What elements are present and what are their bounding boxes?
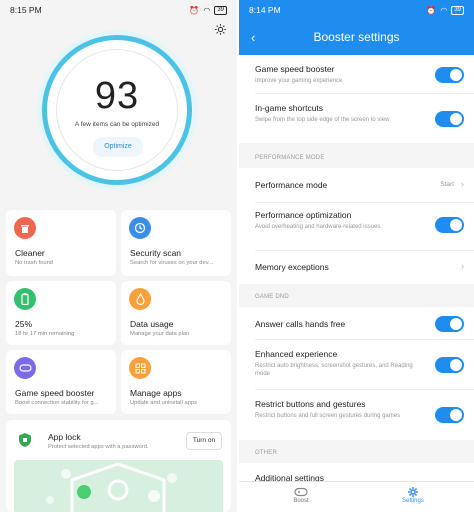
optimize-button[interactable]: Optimize [93,137,143,157]
nav-boost[interactable]: Boost [271,485,331,504]
card-subtitle: Update and uninstall apps [130,400,198,406]
battery-level: 39 [214,5,227,15]
game-speed-title: Game speed booster [255,64,335,74]
ingame-shortcuts-subtitle: Swipe from the top side edge of the scre… [255,117,390,123]
section-performance: PERFORMANCE MODE [255,155,325,161]
performance-optimization-subtitle: Avoid overheating and hardware-related i… [255,224,381,230]
chevron-right-icon: › [461,179,464,189]
status-bar: 8:15 PM ⏰ ◠ 39 [0,0,237,20]
enhanced-experience-toggle[interactable] [435,357,464,373]
booster-settings-screen: 8:14 PM ⏰ ◠ 39 ‹ Booster settings Game s… [239,0,474,512]
restrict-buttons-subtitle: Restrict buttons and full screen gesture… [255,413,401,419]
nav-boost-label: Boost [293,498,309,504]
app-lock-subtitle: Protect selected apps with a password. [48,444,149,450]
game-booster-card[interactable]: Game speed booster Boost connection stab… [6,350,116,414]
timer-icon [129,217,151,239]
manage-apps-card[interactable]: Manage apps Update and uninstall apps [121,350,231,414]
enhanced-experience-subtitle: Restrict auto brightness, screenshot ges… [255,363,413,377]
score-dial: 93 A few items can be optimized Optimize [42,35,192,185]
status-time: 8:15 PM [10,5,42,15]
section-game-dnd: GAME DND [255,294,289,300]
cleaner-card[interactable]: Cleaner No trash found [6,210,116,276]
bottom-navigation: Boost Settings [239,481,474,512]
performance-mode-value: Start [440,181,454,188]
battery-icon [14,288,36,310]
restrict-buttons-title: Restrict buttons and gestures [255,399,366,409]
security-app-screen: 8:15 PM ⏰ ◠ 39 93 A few items can be opt… [0,0,237,512]
card-title: Game speed booster [15,388,95,398]
gear-icon[interactable] [214,23,227,36]
card-title: Security scan [130,248,182,258]
status-icons: ⏰ ◠ 39 [189,5,227,15]
app-lock-illustration [14,460,223,512]
settings-group-1: Game speed booster Improve your gaming e… [239,55,474,143]
card-subtitle: 18 hr 17 min remaining [15,331,75,337]
alarm-icon: ⏰ [189,5,200,15]
enhanced-experience-title: Enhanced experience [255,349,338,359]
trash-icon [14,217,36,239]
page-title: Booster settings [313,30,400,44]
card-title: Data usage [130,319,174,329]
alarm-icon: ⏰ [426,5,437,15]
ingame-shortcuts-toggle[interactable] [435,111,464,127]
turn-on-button[interactable]: Turn on [186,432,222,450]
status-time: 8:14 PM [249,5,281,15]
gamepad-icon [271,485,331,498]
shield-icon [19,433,31,447]
security-score: 93 [94,75,140,117]
status-bar: 8:14 PM ⏰ ◠ 39 [239,0,474,20]
wifi-icon: ◠ [203,5,211,15]
battery-level: 39 [451,5,464,15]
app-lock-title: App lock [48,432,81,442]
settings-group-2: Performance mode Start › Performance opt… [239,168,474,284]
ingame-shortcuts-title: In-game shortcuts [255,103,324,113]
settings-gear-icon [383,485,443,498]
security-scan-card[interactable]: Security scan Search for viruses on your… [121,210,231,276]
apps-grid-icon [129,357,151,379]
water-drop-icon [129,288,151,310]
nav-settings-label: Settings [402,498,424,504]
card-title: 25% [15,319,33,329]
restrict-buttons-toggle[interactable] [435,407,464,423]
app-lock-card: App lock Protect selected apps with a pa… [6,420,231,512]
chevron-right-icon: › [461,261,464,271]
nav-settings[interactable]: Settings [383,485,443,504]
answer-calls-toggle[interactable] [435,316,464,332]
wifi-icon: ◠ [440,5,448,15]
performance-optimization-toggle[interactable] [435,217,464,233]
score-subtitle: A few items can be optimized [74,121,160,128]
card-subtitle: Search for viruses on your dev... [130,260,214,266]
memory-exceptions-title[interactable]: Memory exceptions [255,262,329,272]
section-other: OTHER [255,450,277,456]
gamepad-icon [14,357,36,379]
card-title: Manage apps [130,388,182,398]
card-subtitle: No trash found [15,260,54,266]
game-speed-subtitle: Improve your gaming experience [255,78,343,84]
status-icons: ⏰ ◠ 39 [426,5,464,15]
performance-mode-title[interactable]: Performance mode [255,180,327,190]
card-title: Cleaner [15,248,45,258]
game-speed-toggle[interactable] [435,67,464,83]
performance-optimization-title: Performance optimization [255,210,352,220]
answer-calls-title: Answer calls hands free [255,319,346,329]
settings-group-3: Answer calls hands free Enhanced experie… [239,307,474,440]
app-bar: 8:14 PM ⏰ ◠ 39 ‹ Booster settings [239,0,474,55]
battery-card[interactable]: 25% 18 hr 17 min remaining [6,281,116,345]
card-subtitle: Boost connection stability for g... [15,400,99,406]
data-usage-card[interactable]: Data usage Manage your data plan [121,281,231,345]
card-subtitle: Manage your data plan [130,331,190,337]
